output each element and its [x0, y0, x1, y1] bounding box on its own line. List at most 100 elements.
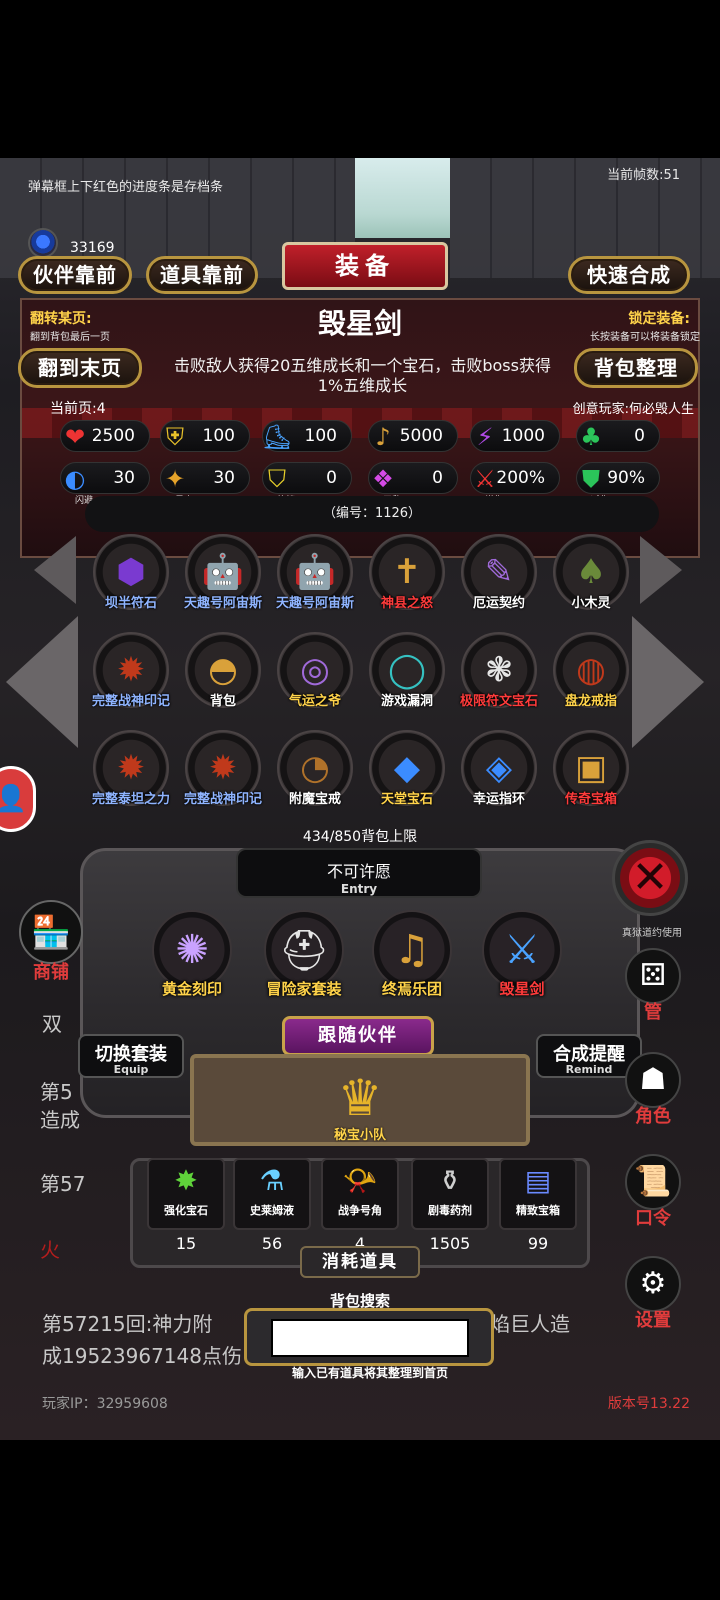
inventory-item[interactable]: ◯ 游戏漏洞: [362, 632, 452, 722]
entry-title: 不可许愿: [326, 862, 391, 881]
consumable-icon: ▤: [524, 1164, 552, 1197]
inventory-item[interactable]: ▣ 传奇宝箱: [546, 730, 636, 820]
inventory-item[interactable]: ✹ 完整战神印记: [178, 730, 268, 820]
hooded-figure-icon: ☗: [625, 1052, 681, 1108]
companion-name: 秘宝小队: [333, 1128, 386, 1143]
switch-set-button[interactable]: 切换套装 Equip: [78, 1034, 184, 1078]
inventory-item[interactable]: ◔ 附魔宝戒: [270, 730, 360, 820]
wish-entry-bar[interactable]: 不可许愿 Entry: [236, 848, 482, 898]
stat-value: 100: [304, 426, 337, 446]
settings-label: 设置: [635, 1310, 671, 1331]
consumable-item[interactable]: ⚗ 史莱姆液 56: [230, 1158, 314, 1253]
stat-lightning: ⚡ 1000: [470, 420, 560, 452]
heart-icon: ❤: [64, 423, 86, 451]
stat-armor: ⛨ 100: [160, 420, 250, 452]
inventory-item[interactable]: ◎ 气运之爷: [270, 632, 360, 722]
flip-page-hint: 翻到背包最后一页: [30, 332, 110, 343]
item-label: 小木灵: [571, 596, 611, 611]
flip-last-page-button[interactable]: 翻到末页: [18, 348, 142, 388]
item-label: 气运之爷: [288, 694, 341, 709]
consumable-slot: ✸ 强化宝石: [147, 1158, 225, 1230]
player-ip: 玩家IP：32959608: [42, 1396, 168, 1412]
inventory-item[interactable]: ◍ 盘龙戒指: [546, 632, 636, 722]
inventory-item[interactable]: ✝ 神县之怒: [362, 534, 452, 624]
next-page-small-arrow-icon[interactable]: [640, 536, 682, 604]
consumable-count: 99: [527, 1234, 549, 1253]
blue-gem-icon: [28, 228, 58, 258]
consumables-title: 消耗道具: [300, 1246, 420, 1278]
consumable-name: 精致宝箱: [516, 1204, 560, 1217]
prev-page-small-arrow-icon[interactable]: [34, 536, 76, 604]
inventory-item[interactable]: ◓ 背包: [178, 632, 268, 722]
log-line: 造成: [40, 1108, 80, 1132]
inventory-item[interactable]: 🤖 天趣号阿宙斯: [270, 534, 360, 624]
stat-boot: ⛸ 100: [262, 420, 352, 452]
stat-lute: ♪ 5000: [368, 420, 458, 452]
consumable-item[interactable]: 📯 战争号角 4: [318, 1158, 402, 1253]
consumable-item[interactable]: ⚱ 剧毒药剂 1505: [408, 1158, 492, 1253]
consumable-icon: ⚗: [259, 1164, 285, 1197]
companion-slot[interactable]: ♛ 秘宝小队: [310, 1068, 410, 1143]
consumable-name: 剧毒药剂: [428, 1204, 472, 1217]
log-line: 第57: [40, 1172, 86, 1196]
settings-button[interactable]: ⚙ 设置: [618, 1256, 688, 1332]
inventory-item[interactable]: ❃ 极限符文宝石: [454, 632, 544, 722]
stat-value: 30: [113, 468, 135, 488]
equipment-title: 装备: [282, 242, 448, 290]
dice-label: 管: [644, 1002, 662, 1023]
equipped-item[interactable]: ⛑ 冒险家套装: [256, 910, 352, 999]
close-button[interactable]: ✕: [612, 840, 688, 916]
user-float-icon[interactable]: 👤: [0, 766, 36, 832]
stat-value: 0: [326, 468, 337, 488]
gem-count: 33169: [70, 240, 115, 256]
log-line: 焰巨人造: [490, 1312, 570, 1336]
sort-bag-button[interactable]: 背包整理: [574, 348, 698, 388]
inventory-item[interactable]: ⬢ 坝半符石: [86, 534, 176, 624]
prev-page-arrow-icon[interactable]: [6, 616, 78, 748]
inventory-item[interactable]: ♠ 小木灵: [546, 534, 636, 624]
inventory-item[interactable]: ◆ 天堂宝石: [362, 730, 452, 820]
consumable-slot: 📯 战争号角: [321, 1158, 399, 1230]
dice-button[interactable]: ⚄ 管: [618, 948, 688, 1024]
version-number: 版本号13.22: [607, 1396, 690, 1412]
consumable-slot: ⚱ 剧毒药剂: [411, 1158, 489, 1230]
equipped-label: 黄金刻印: [161, 980, 222, 998]
password-button[interactable]: 📜 口令: [618, 1154, 688, 1230]
stat-value: 0: [634, 426, 645, 446]
consumable-item[interactable]: ▤ 精致宝箱 99: [496, 1158, 580, 1253]
item-name: 毁星剑: [317, 307, 402, 340]
inventory-item[interactable]: ◈ 幸运指环: [454, 730, 544, 820]
consumable-icon: 📯: [342, 1164, 378, 1197]
inventory-item[interactable]: ✎ 厄运契约: [454, 534, 544, 624]
log-line: 火: [40, 1238, 60, 1262]
stat-invincible: ❖ 0 无敌: [368, 462, 458, 506]
stat-value: 100: [202, 426, 235, 446]
gear-icon: ⚙: [625, 1256, 681, 1312]
equipped-item[interactable]: ♫ 终焉乐团: [364, 910, 460, 999]
equipped-label: 终焉乐团: [381, 980, 442, 998]
consumable-item[interactable]: ✸ 强化宝石 15: [144, 1158, 228, 1253]
inventory-item[interactable]: 🤖 天趣号阿宙斯: [178, 534, 268, 624]
stat-heart: ❤ 2500: [60, 420, 150, 452]
item-label: 完整泰坦之力: [91, 792, 170, 807]
equipped-item[interactable]: ✺ 黄金刻印: [144, 910, 240, 999]
block-icon: ⛉: [268, 465, 286, 493]
equipped-item[interactable]: ⚔ 毁星剑: [474, 910, 570, 999]
quick-merge-button[interactable]: 快速合成: [568, 256, 690, 294]
partner-front-button[interactable]: 伙伴靠前: [18, 256, 132, 294]
item-label: 传奇宝箱: [564, 792, 617, 807]
inventory-item[interactable]: ✹ 完整战神印记: [86, 632, 176, 722]
bag-search-input[interactable]: [271, 1319, 469, 1357]
inventory-item[interactable]: ✹ 完整泰坦之力: [86, 730, 176, 820]
consumable-name: 史莱姆液: [250, 1204, 294, 1217]
shop-button[interactable]: 🏪 商铺: [14, 900, 88, 984]
flip-page-label: 翻转某页:: [30, 311, 92, 327]
shop-icon: 🏪: [19, 900, 83, 964]
next-page-arrow-icon[interactable]: [632, 616, 704, 748]
log-line: 第5: [40, 1080, 73, 1104]
stat-damage-reduce: ⛊ 90% 减伤: [576, 462, 660, 506]
item-label: 极限符文宝石: [459, 694, 538, 709]
item-front-button[interactable]: 道具靠前: [146, 256, 258, 294]
stat-value: 0: [432, 468, 443, 488]
role-button[interactable]: ☗ 角色: [618, 1052, 688, 1128]
